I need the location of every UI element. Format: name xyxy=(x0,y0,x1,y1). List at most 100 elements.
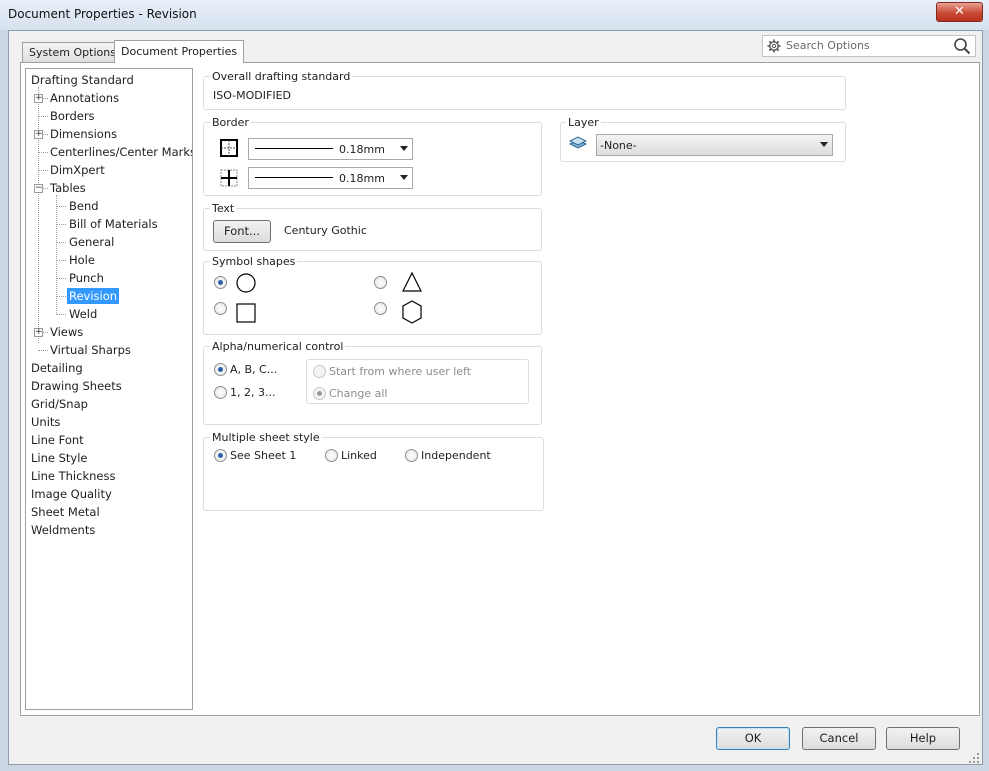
line-sample xyxy=(255,148,333,149)
tree-item-bill-of-materials[interactable]: Bill of Materials xyxy=(69,216,158,232)
chevron-down-icon xyxy=(400,175,408,180)
tree-item-bend[interactable]: Bend xyxy=(69,198,99,214)
tree-item-drafting-standard[interactable]: Drafting Standard xyxy=(31,72,134,88)
change-all-label[interactable]: Change all xyxy=(329,387,387,400)
tree-connector xyxy=(38,116,48,117)
close-button[interactable]: ✕ xyxy=(936,2,983,22)
expand-icon[interactable]: + xyxy=(34,94,43,103)
tree-item-drawing-sheets[interactable]: Drawing Sheets xyxy=(31,378,122,394)
tree-connector xyxy=(38,152,48,153)
chevron-down-icon xyxy=(820,142,828,147)
ok-button[interactable]: OK xyxy=(716,727,790,750)
shape-square-radio[interactable] xyxy=(214,302,227,315)
tree-connector xyxy=(38,170,48,171)
search-box[interactable]: Search Options xyxy=(762,35,976,57)
tree-item-line-font[interactable]: Line Font xyxy=(31,432,84,448)
tree-item-weldments[interactable]: Weldments xyxy=(31,522,95,538)
tree-item-image-quality[interactable]: Image Quality xyxy=(31,486,112,502)
square-shape-icon xyxy=(236,303,256,323)
see-sheet-1-radio[interactable] xyxy=(214,449,227,462)
shape-hexagon-radio[interactable] xyxy=(374,302,387,315)
alpha-radio[interactable] xyxy=(214,363,227,376)
gear-icon xyxy=(767,39,781,53)
tree-item-dimensions[interactable]: Dimensions xyxy=(50,126,117,142)
independent-label[interactable]: Independent xyxy=(421,449,491,462)
shape-triangle-radio[interactable] xyxy=(374,276,387,289)
tree-item-sheet-metal[interactable]: Sheet Metal xyxy=(31,504,100,520)
inner-border-thickness-select[interactable]: 0.18mm xyxy=(248,167,413,189)
symbol-shapes-label: Symbol shapes xyxy=(210,255,298,268)
tree-item-detailing[interactable]: Detailing xyxy=(31,360,83,376)
tree-item-units[interactable]: Units xyxy=(31,414,60,430)
text-label: Text xyxy=(210,202,237,215)
tree-connector xyxy=(56,260,66,261)
chevron-down-icon xyxy=(400,146,408,151)
linked-label[interactable]: Linked xyxy=(341,449,377,462)
circle-shape-icon xyxy=(236,273,256,293)
linked-radio[interactable] xyxy=(325,449,338,462)
tree-item-hole[interactable]: Hole xyxy=(69,252,95,268)
search-icon[interactable] xyxy=(953,37,971,55)
inner-border-icon xyxy=(220,169,238,187)
expand-icon[interactable]: + xyxy=(34,130,43,139)
layer-value: -None- xyxy=(600,139,637,152)
outer-border-thickness-value: 0.18mm xyxy=(339,143,385,156)
title-bar: Document Properties - Revision ✕ xyxy=(0,0,989,30)
triangle-shape-icon xyxy=(402,272,422,292)
cancel-button[interactable]: Cancel xyxy=(802,727,876,750)
tab-system-options[interactable]: System Options xyxy=(22,42,123,63)
tree-item-weld[interactable]: Weld xyxy=(69,306,97,322)
layer-select[interactable]: -None- xyxy=(596,134,833,156)
tree-item-virtual-sharps[interactable]: Virtual Sharps xyxy=(50,342,131,358)
inner-border-thickness-value: 0.18mm xyxy=(339,172,385,185)
tree-item-general[interactable]: General xyxy=(69,234,114,250)
tab-document-properties[interactable]: Document Properties xyxy=(114,40,245,63)
independent-radio[interactable] xyxy=(405,449,418,462)
start-from-user-left-label[interactable]: Start from where user left xyxy=(329,365,471,378)
tree-connector xyxy=(56,206,66,207)
line-sample xyxy=(255,177,333,178)
tree-connector xyxy=(56,278,66,279)
alpha-option-label[interactable]: A, B, C... xyxy=(230,363,277,376)
tree-item-annotations[interactable]: Annotations xyxy=(50,90,119,106)
tree-connector xyxy=(56,296,66,297)
expand-icon[interactable]: + xyxy=(34,328,43,337)
tree-item-centerlines[interactable]: Centerlines/Center Marks xyxy=(50,144,192,160)
tree-connector xyxy=(56,195,57,315)
window-title: Document Properties - Revision xyxy=(8,7,197,21)
border-label: Border xyxy=(210,116,251,129)
drafting-standard-label: Overall drafting standard xyxy=(210,70,353,83)
options-tree[interactable]: + + − + Drafting Standard Annotations Bo… xyxy=(25,68,193,710)
tree-item-revision[interactable]: Revision xyxy=(67,288,120,304)
alpha-numerical-label: Alpha/numerical control xyxy=(210,340,346,353)
shape-circle-radio[interactable] xyxy=(214,276,227,289)
change-all-radio[interactable] xyxy=(313,387,326,400)
font-button[interactable]: Font... xyxy=(213,220,271,243)
search-input[interactable]: Search Options xyxy=(786,39,870,52)
layers-icon xyxy=(569,136,587,149)
tree-connector xyxy=(56,314,66,315)
help-button[interactable]: Help xyxy=(886,727,960,750)
see-sheet-1-label[interactable]: See Sheet 1 xyxy=(230,449,296,462)
numeric-option-label[interactable]: 1, 2, 3... xyxy=(230,386,275,399)
tree-item-line-style[interactable]: Line Style xyxy=(31,450,88,466)
tree-item-line-thickness[interactable]: Line Thickness xyxy=(31,468,115,484)
tree-connector xyxy=(38,87,39,343)
multiple-sheet-style-label: Multiple sheet style xyxy=(210,431,322,444)
drafting-standard-value: ISO-MODIFIED xyxy=(213,89,292,102)
collapse-icon[interactable]: − xyxy=(34,184,43,193)
tree-connector xyxy=(38,350,48,351)
font-name: Century Gothic xyxy=(284,224,367,237)
tree-item-grid-snap[interactable]: Grid/Snap xyxy=(31,396,88,412)
layer-label: Layer xyxy=(566,116,601,129)
numeric-radio[interactable] xyxy=(214,386,227,399)
tree-item-punch[interactable]: Punch xyxy=(69,270,104,286)
tree-item-dimxpert[interactable]: DimXpert xyxy=(50,162,105,178)
tree-item-borders[interactable]: Borders xyxy=(50,108,95,124)
tree-connector xyxy=(56,242,66,243)
tree-item-views[interactable]: Views xyxy=(50,324,83,340)
outer-border-thickness-select[interactable]: 0.18mm xyxy=(248,138,413,160)
tree-item-tables[interactable]: Tables xyxy=(50,180,86,196)
start-from-user-left-radio[interactable] xyxy=(313,365,326,378)
resize-grip-icon[interactable] xyxy=(968,752,980,764)
